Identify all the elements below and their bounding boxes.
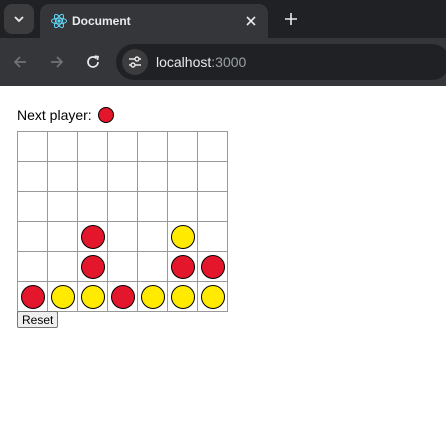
board-cell[interactable]	[78, 192, 108, 222]
reload-button[interactable]	[79, 48, 107, 76]
board-cell[interactable]	[108, 222, 138, 252]
yellow-disc	[140, 284, 165, 309]
red-disc	[80, 224, 105, 249]
board-cell[interactable]	[198, 252, 228, 282]
board-cell[interactable]	[18, 282, 48, 312]
red-disc	[170, 254, 195, 279]
board-cell[interactable]	[78, 162, 108, 192]
back-button[interactable]	[6, 48, 34, 76]
next-player-disc	[97, 107, 114, 123]
browser-tab-strip: Document	[0, 0, 446, 38]
board-cell[interactable]	[48, 192, 78, 222]
board-cell[interactable]	[18, 222, 48, 252]
yellow-disc	[200, 284, 225, 309]
game-board	[17, 131, 228, 312]
board-cell[interactable]	[78, 252, 108, 282]
yellow-disc	[170, 224, 195, 249]
board-cell[interactable]	[78, 282, 108, 312]
reload-icon	[87, 55, 99, 68]
plus-icon	[285, 13, 297, 25]
board-cell[interactable]	[48, 252, 78, 282]
board-cell[interactable]	[198, 282, 228, 312]
red-disc	[20, 284, 45, 309]
chevron-down-icon	[14, 16, 24, 23]
board-cell[interactable]	[108, 192, 138, 222]
board-cell[interactable]	[48, 282, 78, 312]
forward-button[interactable]	[43, 48, 71, 76]
url-port: :3000	[211, 54, 247, 70]
close-icon	[246, 16, 256, 26]
url-host: localhost	[156, 54, 212, 70]
board-cell[interactable]	[18, 252, 48, 282]
tab-title: Document	[72, 14, 131, 28]
board-cell[interactable]	[138, 222, 168, 252]
red-disc	[200, 254, 225, 279]
board-cell[interactable]	[138, 132, 168, 162]
next-player-indicator: Next player:	[17, 104, 114, 126]
arrow-left-icon	[13, 56, 26, 68]
yellow-disc	[80, 284, 105, 309]
react-icon	[51, 13, 67, 29]
board-cell[interactable]	[198, 132, 228, 162]
board-cell[interactable]	[168, 132, 198, 162]
board-cell[interactable]	[138, 252, 168, 282]
board-cell[interactable]	[48, 132, 78, 162]
address-bar[interactable]: localhost:3000	[116, 44, 446, 80]
yellow-disc	[170, 284, 195, 309]
board-cell[interactable]	[138, 192, 168, 222]
board-cell[interactable]	[48, 222, 78, 252]
browser-tab[interactable]: Document	[40, 4, 268, 38]
board-cell[interactable]	[108, 162, 138, 192]
board-cell[interactable]	[138, 282, 168, 312]
board-cell[interactable]	[48, 162, 78, 192]
new-tab-button[interactable]	[278, 6, 304, 32]
board-cell[interactable]	[108, 252, 138, 282]
site-info-button[interactable]	[122, 49, 148, 75]
reset-button[interactable]: Reset	[17, 311, 59, 328]
board-cell[interactable]	[18, 192, 48, 222]
board-cell[interactable]	[168, 222, 198, 252]
board-cell[interactable]	[18, 132, 48, 162]
board-cell[interactable]	[18, 162, 48, 192]
board-cell[interactable]	[198, 222, 228, 252]
board-cell[interactable]	[168, 282, 198, 312]
board-cell[interactable]	[168, 192, 198, 222]
browser-toolbar: localhost:3000	[0, 38, 446, 86]
yellow-disc	[50, 284, 75, 309]
tab-search-button[interactable]	[4, 4, 34, 34]
next-player-label: Next player:	[17, 107, 92, 123]
board-cell[interactable]	[198, 162, 228, 192]
board-cell[interactable]	[78, 132, 108, 162]
board-cell[interactable]	[108, 282, 138, 312]
tab-close-button[interactable]	[240, 10, 262, 32]
arrow-right-icon	[51, 56, 64, 68]
board-cell[interactable]	[138, 162, 168, 192]
board-cell[interactable]	[168, 252, 198, 282]
board-cell[interactable]	[78, 222, 108, 252]
board-cell[interactable]	[198, 192, 228, 222]
url-text: localhost:3000	[156, 53, 246, 71]
red-disc	[110, 284, 135, 309]
board-cell[interactable]	[168, 162, 198, 192]
board-cell[interactable]	[108, 132, 138, 162]
site-info-icon	[129, 56, 141, 68]
red-disc	[80, 254, 105, 279]
